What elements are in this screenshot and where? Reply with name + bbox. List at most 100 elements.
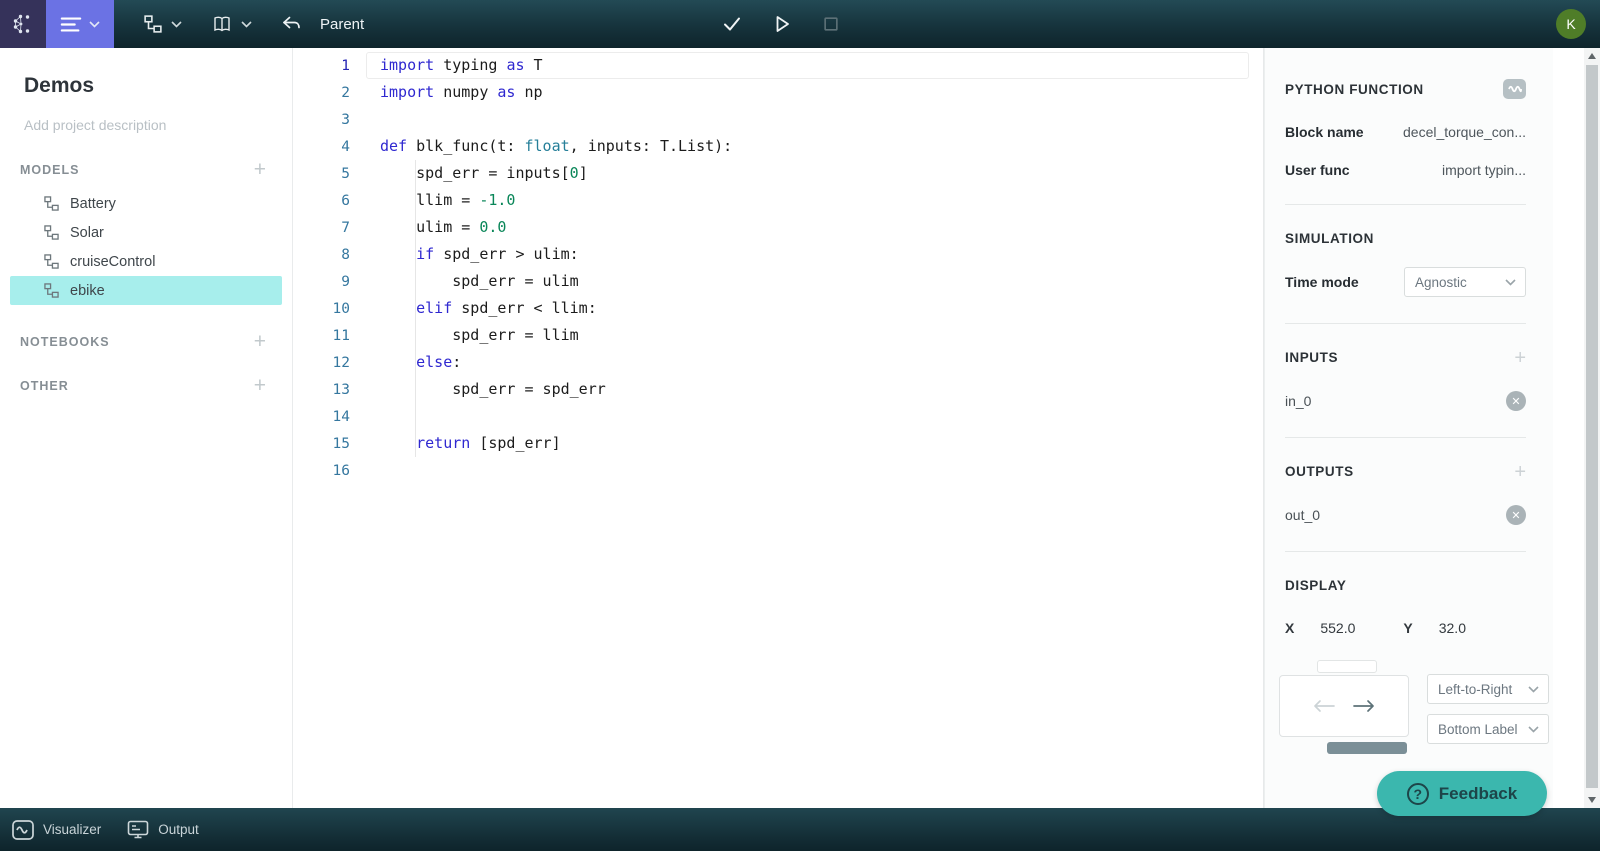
chevron-down-icon bbox=[1528, 686, 1539, 693]
code-line[interactable]: 7 ulim = 0.0 bbox=[294, 214, 1263, 241]
sidebar-section-header-models: MODELS+ bbox=[20, 163, 266, 177]
app-logo-button[interactable] bbox=[0, 0, 46, 48]
stop-button[interactable] bbox=[822, 15, 840, 33]
code-text[interactable]: spd_err = ulim bbox=[380, 268, 579, 295]
sidebar-item-Solar[interactable]: Solar bbox=[10, 218, 282, 247]
line-number: 3 bbox=[294, 112, 350, 128]
add-other-button[interactable]: + bbox=[254, 379, 266, 393]
line-number: 14 bbox=[294, 409, 350, 425]
code-text[interactable]: import typing as T bbox=[380, 52, 543, 79]
divider bbox=[1285, 204, 1526, 205]
line-number: 10 bbox=[294, 301, 350, 317]
block-name-value[interactable]: decel_torque_con... bbox=[1403, 124, 1526, 140]
code-line[interactable]: 2import numpy as np bbox=[294, 79, 1263, 106]
display-section-title: DISPLAY bbox=[1285, 578, 1346, 593]
code-line[interactable]: 11 spd_err = llim bbox=[294, 322, 1263, 349]
chevron-down-icon bbox=[241, 21, 252, 28]
code-line[interactable]: 15 return [spd_err] bbox=[294, 430, 1263, 457]
sidebar-item-Battery[interactable]: Battery bbox=[10, 189, 282, 218]
hamburger-icon bbox=[60, 16, 82, 33]
code-text[interactable]: llim = -1.0 bbox=[380, 187, 515, 214]
label-position-select[interactable]: Bottom Label bbox=[1427, 714, 1549, 744]
code-line[interactable]: 3 bbox=[294, 106, 1263, 133]
chevron-down-icon bbox=[1505, 279, 1516, 286]
code-line[interactable]: 4def blk_func(t: float, inputs: T.List): bbox=[294, 133, 1263, 160]
tab-output[interactable]: Output bbox=[127, 820, 199, 840]
delete-output-port-button[interactable]: ✕ bbox=[1506, 505, 1526, 525]
chevron-down-icon bbox=[171, 21, 182, 28]
flip-direction-control[interactable] bbox=[1279, 675, 1409, 737]
avatar[interactable]: K bbox=[1556, 9, 1586, 39]
line-number: 12 bbox=[294, 355, 350, 371]
code-line[interactable]: 6 llim = -1.0 bbox=[294, 187, 1263, 214]
code-line[interactable]: 9 spd_err = ulim bbox=[294, 268, 1263, 295]
direction-select[interactable]: Left-to-Right bbox=[1427, 674, 1549, 704]
model-icon bbox=[44, 196, 59, 211]
divider bbox=[1285, 551, 1526, 552]
add-input-button[interactable]: + bbox=[1514, 351, 1526, 365]
code-text[interactable]: if spd_err > ulim: bbox=[380, 241, 579, 268]
time-mode-label: Time mode bbox=[1285, 274, 1359, 290]
code-editor[interactable]: 1 import typing as T2import numpy as np 3 4… bbox=[294, 48, 1264, 808]
code-line[interactable]: 8 if spd_err > ulim: bbox=[294, 241, 1263, 268]
code-line[interactable]: 10 elif spd_err < llim: bbox=[294, 295, 1263, 322]
indent-guide bbox=[415, 430, 416, 457]
input-port-name[interactable]: in_0 bbox=[1285, 393, 1311, 409]
code-text[interactable]: elif spd_err < llim: bbox=[380, 295, 597, 322]
project-menu-button[interactable] bbox=[46, 0, 114, 48]
scrollbar-thumb[interactable] bbox=[1586, 65, 1598, 788]
code-line[interactable]: 12 else: bbox=[294, 349, 1263, 376]
chevron-down-icon bbox=[1528, 726, 1539, 733]
feedback-button[interactable]: ? Feedback bbox=[1377, 771, 1547, 816]
code-text[interactable]: else: bbox=[380, 349, 461, 376]
scroll-up-arrow-icon[interactable] bbox=[1588, 53, 1596, 59]
check-model-button[interactable] bbox=[722, 15, 742, 33]
code-line[interactable]: 13 spd_err = spd_err bbox=[294, 376, 1263, 403]
add-output-button[interactable]: + bbox=[1514, 465, 1526, 479]
run-button[interactable] bbox=[772, 14, 792, 34]
scroll-down-arrow-icon[interactable] bbox=[1588, 797, 1596, 803]
model-switcher-button[interactable] bbox=[144, 15, 182, 33]
indent-guide bbox=[415, 295, 416, 322]
sidebar-item-label: Solar bbox=[70, 225, 104, 241]
code-text[interactable]: ulim = 0.0 bbox=[380, 214, 506, 241]
code-line[interactable]: 14 bbox=[294, 403, 1263, 430]
block-type-badge[interactable] bbox=[1503, 79, 1526, 99]
parent-button[interactable]: Parent bbox=[282, 16, 364, 33]
indent-guide bbox=[415, 349, 416, 376]
code-text[interactable]: return [spd_err] bbox=[380, 430, 561, 457]
input-port-row: in_0 ✕ bbox=[1285, 391, 1526, 411]
topbar: Parent K bbox=[0, 0, 1600, 48]
line-number: 16 bbox=[294, 463, 350, 479]
delete-input-port-button[interactable]: ✕ bbox=[1506, 391, 1526, 411]
add-models-button[interactable]: + bbox=[254, 163, 266, 177]
direction-value: Left-to-Right bbox=[1438, 682, 1512, 697]
divider bbox=[1285, 323, 1526, 324]
code-line[interactable]: 5 spd_err = inputs[0] bbox=[294, 160, 1263, 187]
line-number: 11 bbox=[294, 328, 350, 344]
sidebar-item-ebike[interactable]: ebike bbox=[10, 276, 282, 305]
code-text[interactable]: spd_err = llim bbox=[380, 322, 579, 349]
time-mode-select[interactable]: Agnostic bbox=[1404, 267, 1526, 297]
output-port-name[interactable]: out_0 bbox=[1285, 507, 1320, 523]
user-func-value[interactable]: import typin... bbox=[1442, 162, 1526, 178]
code-text[interactable]: spd_err = spd_err bbox=[380, 376, 606, 403]
inspector-scrollbar[interactable] bbox=[1584, 48, 1600, 808]
sidebar-item-cruiseControl[interactable]: cruiseControl bbox=[10, 247, 282, 276]
label-bottom-option-selected[interactable] bbox=[1327, 742, 1407, 754]
project-description-placeholder[interactable]: Add project description bbox=[24, 117, 292, 133]
tab-visualizer[interactable]: Visualizer bbox=[12, 820, 101, 840]
label-top-option[interactable] bbox=[1317, 660, 1377, 673]
line-number: 6 bbox=[294, 193, 350, 209]
y-coordinate-value[interactable]: 32.0 bbox=[1439, 620, 1466, 636]
code-text[interactable]: spd_err = inputs[0] bbox=[380, 160, 588, 187]
add-notebooks-button[interactable]: + bbox=[254, 335, 266, 349]
x-coordinate-value[interactable]: 552.0 bbox=[1320, 620, 1355, 636]
code-text[interactable]: def blk_func(t: float, inputs: T.List): bbox=[380, 133, 732, 160]
code-line[interactable]: 16 bbox=[294, 457, 1263, 484]
sidebar-item-label: ebike bbox=[70, 283, 105, 299]
line-number: 1 bbox=[294, 58, 350, 74]
code-text[interactable]: import numpy as np bbox=[380, 79, 543, 106]
library-button[interactable] bbox=[212, 15, 252, 33]
code-line[interactable]: 1 import typing as T bbox=[294, 52, 1263, 79]
